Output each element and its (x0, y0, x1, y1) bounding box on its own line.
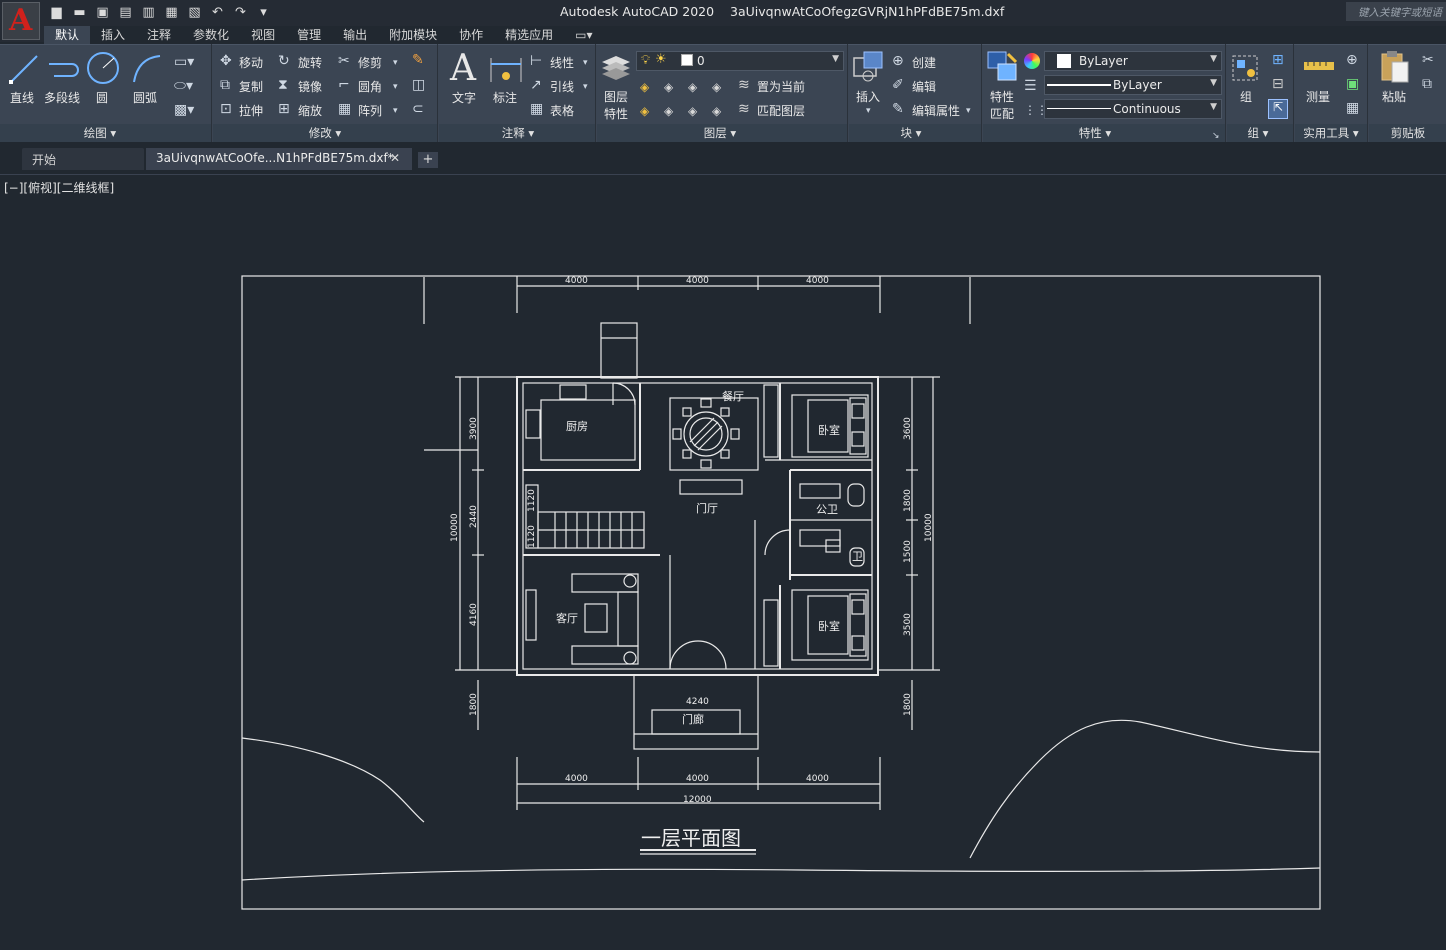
kitchen-stove (559, 384, 587, 400)
dim-bottom-total: 12000 (683, 795, 712, 805)
tv-cabinet (525, 589, 537, 641)
dim-stair-1: 1120 (527, 489, 537, 512)
dim-top-1: 4000 (565, 276, 588, 286)
bath-door-swing (764, 529, 791, 556)
dim-left-total: 10000 (450, 513, 460, 542)
dim-right-4: 3500 (903, 613, 913, 636)
room-label-entrance: 门廊 (682, 712, 704, 726)
dim-right-total: 10000 (924, 513, 934, 542)
foyer-cabinet (679, 479, 743, 495)
dim-bottom-3: 4000 (806, 774, 829, 784)
room-label-bedroom-2: 卧室 (818, 619, 840, 633)
dim-right-2: 1800 (903, 489, 913, 512)
side-table (623, 651, 637, 665)
front-door-swing-left (669, 640, 699, 670)
room-label-foyer: 门厅 (696, 501, 718, 515)
dining-chair (720, 449, 730, 459)
dim-porch: 4240 (686, 697, 709, 707)
dining-chair (730, 428, 740, 440)
room-label-living: 客厅 (556, 611, 578, 625)
bed-1-pillow (851, 431, 865, 447)
side-table (623, 574, 637, 588)
bed-1-pillow (851, 403, 865, 419)
dining-chair (700, 459, 712, 469)
bed-2-pillow (851, 599, 865, 615)
dining-chair (682, 407, 692, 417)
room-label-bedroom-1: 卧室 (818, 423, 840, 437)
dim-right-1: 3600 (903, 417, 913, 440)
sofa-side (617, 591, 639, 647)
dim-left-2: 2440 (469, 505, 479, 528)
front-door-swing-right (697, 640, 727, 670)
coffee-table (584, 603, 608, 633)
sofa-bottom (571, 645, 639, 665)
dim-bottom-1: 4000 (565, 774, 588, 784)
room-label-public-wc: 公卫 (816, 503, 838, 516)
drawing-title: 一层平面图 (641, 826, 741, 850)
dim-right-porch: 1800 (903, 693, 913, 716)
dining-chair (672, 428, 682, 440)
toilet (847, 483, 865, 507)
dining-chair (720, 407, 730, 417)
dim-left-porch: 1800 (469, 693, 479, 716)
room-label-dining: 餐厅 (722, 389, 744, 403)
dim-right-3: 1500 (903, 540, 913, 563)
terrain-right (969, 719, 1321, 859)
room-label-bathroom: 卫 (852, 550, 863, 563)
chimney (600, 322, 638, 379)
dim-stair-2: 1120 (527, 525, 537, 548)
dim-top-2: 4000 (686, 276, 709, 286)
kitchen-sink (525, 409, 541, 439)
dim-left-3: 4160 (469, 603, 479, 626)
dim-bottom-2: 4000 (686, 774, 709, 784)
dining-cabinet (763, 384, 779, 458)
bed-2-pillow (851, 635, 865, 651)
vanity (799, 483, 841, 499)
dining-chair (682, 449, 692, 459)
floor-plan-drawing: 厨房 餐厅 卧室 公卫 门厅 客厅 卫 卧室 门廊 4000 4000 4000… (241, 275, 1321, 910)
bedroom-wardrobe (763, 599, 779, 667)
ground-line (241, 867, 1321, 881)
terrain-left (241, 737, 425, 823)
room-label-kitchen: 厨房 (566, 420, 588, 433)
dim-left-1: 3900 (469, 417, 479, 440)
kitchen-counter (540, 399, 636, 461)
dim-top-3: 4000 (806, 276, 829, 286)
kitchen-door-swing (612, 382, 636, 406)
bathtub (799, 529, 841, 547)
dining-chair (700, 398, 712, 408)
sofa-top (571, 573, 639, 593)
